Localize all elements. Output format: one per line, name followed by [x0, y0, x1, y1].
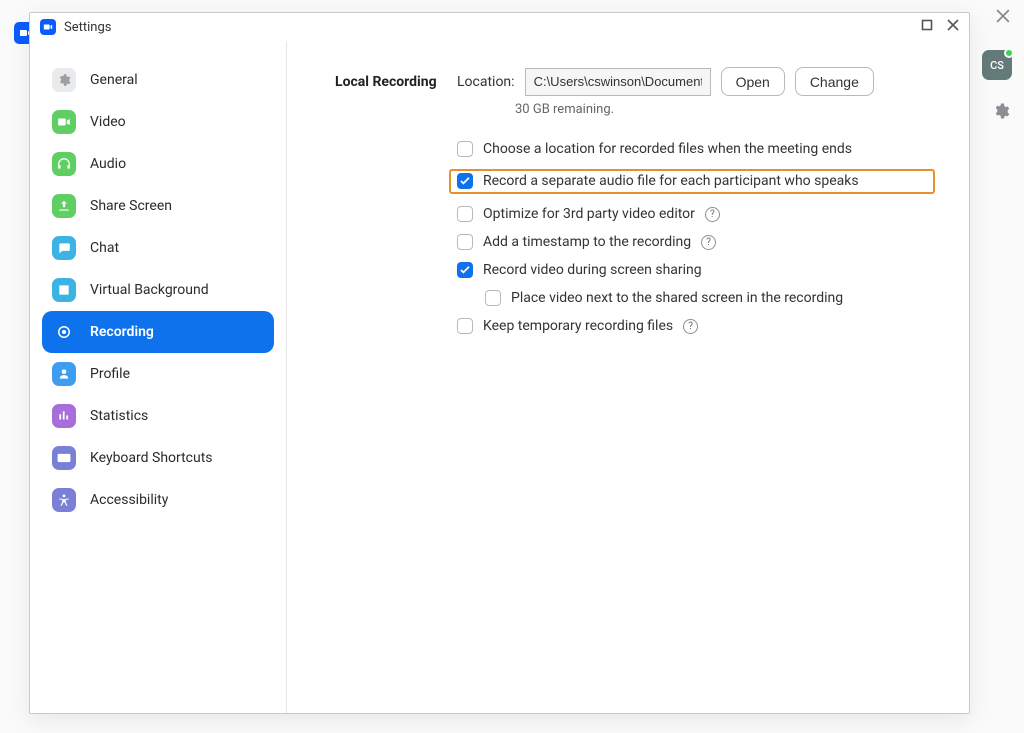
checkbox-separate-audio[interactable] [457, 173, 473, 189]
headphones-icon [52, 152, 76, 176]
sidebar-item-share-screen[interactable]: Share Screen [42, 185, 274, 227]
image-icon [52, 278, 76, 302]
app-window-close-icon[interactable] [996, 8, 1010, 27]
checkbox-place-next-to-share[interactable] [485, 290, 501, 306]
option-optimize-3rd-party: Optimize for 3rd party video editor ? [457, 206, 935, 222]
sidebar-item-label: General [90, 72, 138, 88]
option-label: Place video next to the shared screen in… [511, 290, 843, 306]
checkbox-optimize-3rd-party[interactable] [457, 206, 473, 222]
zoom-logo-icon [40, 19, 56, 35]
settings-content: Local Recording Location: Open Change 30… [287, 41, 969, 713]
sidebar-item-profile[interactable]: Profile [42, 353, 274, 395]
settings-dialog: Settings General Video Audio Share Scree… [29, 12, 970, 714]
sidebar-item-label: Recording [90, 324, 154, 340]
accessibility-icon [52, 488, 76, 512]
share-icon [52, 194, 76, 218]
video-icon [52, 110, 76, 134]
sidebar-item-label: Profile [90, 366, 130, 382]
change-location-button[interactable]: Change [795, 67, 874, 96]
option-label: Optimize for 3rd party video editor [483, 206, 695, 222]
sidebar-item-label: Audio [90, 156, 126, 172]
option-separate-audio: Record a separate audio file for each pa… [457, 173, 927, 189]
checkbox-choose-location-end[interactable] [457, 141, 473, 157]
help-icon[interactable]: ? [701, 235, 716, 250]
record-icon [52, 320, 76, 344]
option-label: Choose a location for recorded files whe… [483, 141, 852, 157]
stats-icon [52, 404, 76, 428]
section-title: Local Recording [335, 74, 447, 90]
option-record-during-share: Record video during screen sharing [457, 262, 935, 278]
sidebar-item-label: Chat [90, 240, 119, 256]
dialog-maximize-icon[interactable] [921, 19, 933, 35]
settings-sidebar: General Video Audio Share Screen Chat Vi… [30, 41, 287, 713]
location-label: Location: [457, 74, 515, 90]
chat-icon [52, 236, 76, 260]
titlebar: Settings [30, 13, 969, 41]
option-label: Record a separate audio file for each pa… [483, 173, 859, 189]
keyboard-icon [52, 446, 76, 470]
sidebar-item-label: Share Screen [90, 198, 172, 214]
gear-icon [52, 68, 76, 92]
avatar-initials: CS [990, 59, 1004, 72]
sidebar-item-accessibility[interactable]: Accessibility [42, 479, 274, 521]
avatar[interactable]: CS [982, 50, 1012, 80]
sidebar-item-video[interactable]: Video [42, 101, 274, 143]
sidebar-item-general[interactable]: General [42, 59, 274, 101]
dialog-close-icon[interactable] [947, 19, 959, 35]
sidebar-item-statistics[interactable]: Statistics [42, 395, 274, 437]
sidebar-item-label: Accessibility [90, 492, 168, 508]
sidebar-item-label: Statistics [90, 408, 148, 424]
option-keep-temp: Keep temporary recording files ? [457, 318, 935, 334]
option-add-timestamp: Add a timestamp to the recording ? [457, 234, 935, 250]
checkbox-add-timestamp[interactable] [457, 234, 473, 250]
sidebar-item-audio[interactable]: Audio [42, 143, 274, 185]
user-icon [52, 362, 76, 386]
help-icon[interactable]: ? [705, 207, 720, 222]
sidebar-item-label: Virtual Background [90, 282, 209, 298]
presence-indicator-icon [1004, 48, 1014, 58]
help-icon[interactable]: ? [683, 319, 698, 334]
sidebar-item-recording[interactable]: Recording [42, 311, 274, 353]
open-location-button[interactable]: Open [721, 67, 785, 96]
checkbox-keep-temp[interactable] [457, 318, 473, 334]
sidebar-item-virtual-background[interactable]: Virtual Background [42, 269, 274, 311]
location-input[interactable] [525, 68, 711, 96]
option-label: Keep temporary recording files [483, 318, 673, 334]
option-choose-location-end: Choose a location for recorded files whe… [457, 141, 935, 157]
option-label: Record video during screen sharing [483, 262, 702, 278]
settings-gear-icon[interactable] [992, 102, 1010, 124]
sidebar-item-label: Keyboard Shortcuts [90, 450, 213, 466]
storage-remaining: 30 GB remaining. [515, 102, 935, 117]
dialog-title: Settings [64, 20, 111, 35]
option-label: Add a timestamp to the recording [483, 234, 691, 250]
sidebar-item-label: Video [90, 114, 126, 130]
option-place-next-to-share: Place video next to the shared screen in… [485, 290, 935, 306]
sidebar-item-keyboard-shortcuts[interactable]: Keyboard Shortcuts [42, 437, 274, 479]
checkbox-record-during-share[interactable] [457, 262, 473, 278]
recording-options: Choose a location for recorded files whe… [457, 141, 935, 334]
sidebar-item-chat[interactable]: Chat [42, 227, 274, 269]
